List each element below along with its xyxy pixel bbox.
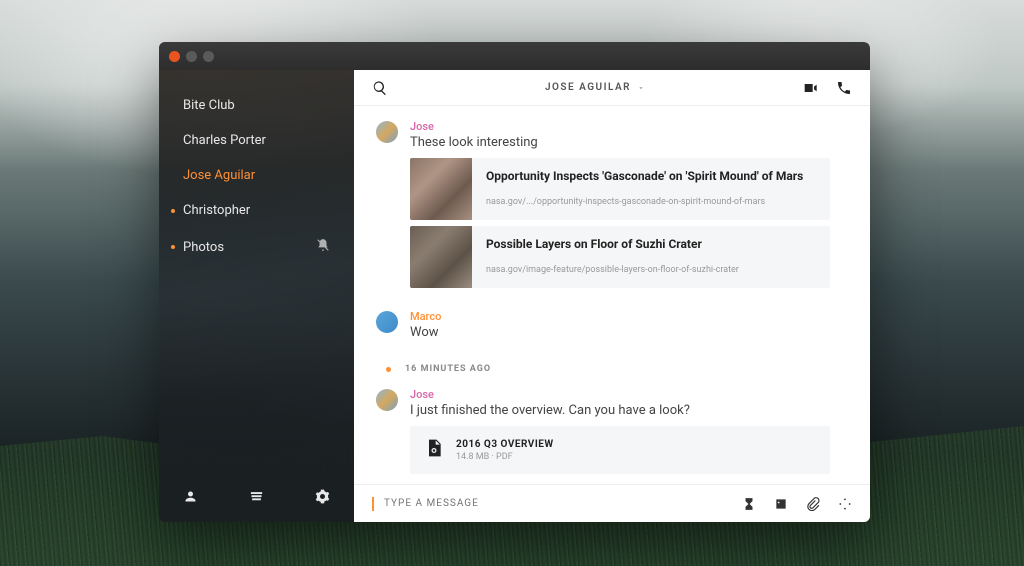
message-group: Jose I just finished the overview. Can y…: [376, 388, 848, 474]
chat-header: JOSE AGUILAR: [354, 70, 870, 106]
conversation-list: Bite Club Charles Porter Jose Aguilar Ch…: [159, 70, 354, 475]
contacts-icon[interactable]: [183, 489, 198, 508]
link-preview-card[interactable]: Possible Layers on Floor of Suzhi Crater…: [410, 226, 830, 288]
more-icon[interactable]: [838, 497, 852, 511]
link-title: Possible Layers on Floor of Suzhi Crater: [486, 236, 816, 252]
chat-title-text: JOSE AGUILAR: [545, 82, 631, 93]
timer-icon[interactable]: [742, 497, 756, 511]
conversation-item[interactable]: Christopher: [159, 193, 354, 228]
file-name: 2016 Q3 OVERVIEW: [456, 439, 816, 450]
video-call-icon[interactable]: [802, 80, 818, 96]
message-text: Wow: [410, 325, 848, 340]
message-composer: [354, 484, 870, 522]
file-icon: [424, 436, 444, 464]
minimize-window-button[interactable]: [186, 51, 197, 62]
close-window-button[interactable]: [169, 51, 180, 62]
conversation-item[interactable]: Photos: [159, 228, 354, 266]
file-attachment-card[interactable]: 2016 Q3 OVERVIEW 14.8 MB · PDF: [410, 426, 830, 474]
sender-name: Marco: [410, 310, 848, 323]
link-url: nasa.gov/.../opportunity-inspects-gascon…: [486, 197, 816, 207]
conversation-item[interactable]: Bite Club: [159, 88, 354, 123]
chat-app-window: Bite Club Charles Porter Jose Aguilar Ch…: [159, 42, 870, 522]
link-title: Opportunity Inspects 'Gasconade' on 'Spi…: [486, 168, 816, 184]
unread-dot-icon: [386, 367, 391, 372]
message-text: I just finished the overview. Can you ha…: [410, 403, 848, 418]
conversation-label: Jose Aguilar: [183, 168, 255, 183]
conversation-item-active[interactable]: Jose Aguilar: [159, 158, 354, 193]
link-thumbnail: [410, 158, 472, 220]
conversation-label: Charles Porter: [183, 133, 266, 148]
link-url: nasa.gov/image-feature/possible-layers-o…: [486, 265, 816, 275]
sender-name: Jose: [410, 120, 848, 133]
conversation-label: Christopher: [183, 203, 250, 218]
avatar[interactable]: [376, 389, 398, 411]
conversation-label: Photos: [183, 240, 224, 255]
composer-cursor-bar: [372, 497, 374, 511]
chevron-down-icon: [637, 84, 645, 92]
search-icon[interactable]: [372, 80, 388, 96]
image-icon[interactable]: [774, 497, 788, 511]
attachment-icon[interactable]: [806, 497, 820, 511]
sidebar-footer: [159, 475, 354, 522]
file-meta: 14.8 MB · PDF: [456, 452, 816, 462]
muted-icon: [316, 238, 330, 256]
maximize-window-button[interactable]: [203, 51, 214, 62]
conversations-sidebar: Bite Club Charles Porter Jose Aguilar Ch…: [159, 42, 354, 522]
message-text: These look interesting: [410, 135, 848, 150]
link-preview-card[interactable]: Opportunity Inspects 'Gasconade' on 'Spi…: [410, 158, 830, 220]
window-titlebar[interactable]: [159, 42, 870, 70]
sender-name: Jose: [410, 388, 848, 401]
archive-icon[interactable]: [249, 489, 264, 508]
chat-main-pane: JOSE AGUILAR Jose These look interesting…: [354, 42, 870, 522]
message-group: Jose These look interesting Opportunity …: [376, 120, 848, 294]
conversation-item[interactable]: Charles Porter: [159, 123, 354, 158]
settings-icon[interactable]: [315, 489, 330, 508]
messages-list: Jose These look interesting Opportunity …: [354, 106, 870, 484]
voice-call-icon[interactable]: [836, 80, 852, 96]
link-thumbnail: [410, 226, 472, 288]
time-separator-text: 16 MINUTES AGO: [405, 364, 491, 374]
conversation-label: Bite Club: [183, 98, 235, 113]
message-group: Marco Wow: [376, 310, 848, 348]
chat-title[interactable]: JOSE AGUILAR: [388, 82, 802, 93]
message-input[interactable]: [384, 498, 742, 509]
time-separator: 16 MINUTES AGO: [376, 364, 848, 374]
avatar[interactable]: [376, 311, 398, 333]
avatar[interactable]: [376, 121, 398, 143]
